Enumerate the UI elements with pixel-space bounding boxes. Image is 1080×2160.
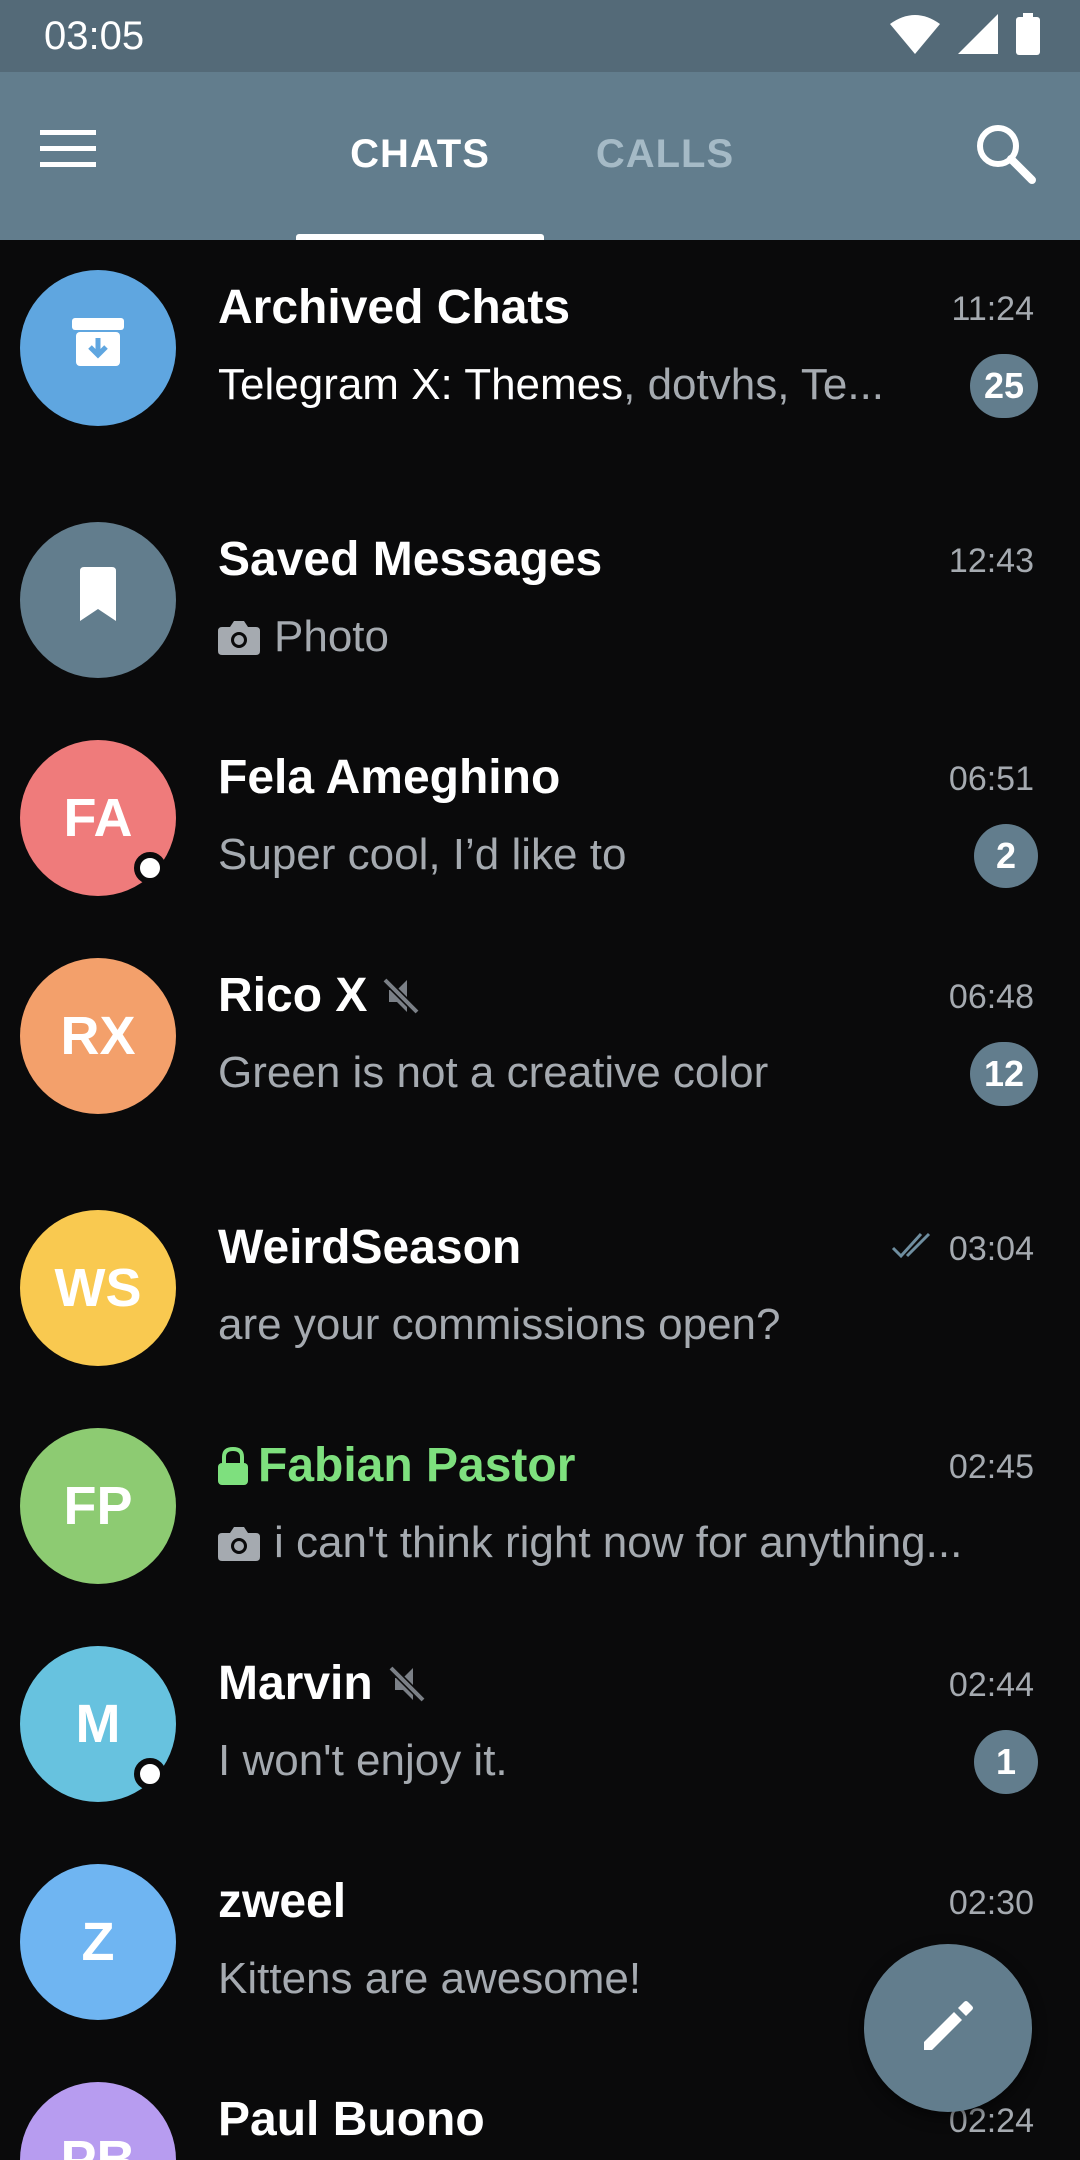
chat-preview: Super cool, I’d like to	[218, 830, 627, 879]
chat-name: Fela Ameghino	[218, 751, 561, 804]
chat-preview: are your commissions open?	[218, 1300, 781, 1349]
chat-preview-text: i can't think right now for anything...	[274, 1518, 963, 1567]
avatar: Z	[20, 1864, 176, 2020]
avatar: FP	[20, 1428, 176, 1584]
chat-preview-highlight: Telegram X: Themes	[218, 360, 624, 409]
chat-time: 02:44	[948, 1666, 1034, 1704]
chat-row-fabian-pastor[interactable]: FP Fabian Pastor 02:45 i can't think rig…	[0, 1398, 1080, 1608]
tab-chats[interactable]: CHATS	[296, 132, 544, 177]
chat-preview: i can't think right now for anything...	[218, 1518, 962, 1568]
chat-preview: Photo	[218, 612, 389, 662]
unread-badge: 2	[974, 824, 1038, 888]
signal-icon	[958, 13, 998, 59]
muted-icon	[381, 976, 421, 1016]
chat-name: Saved Messages	[218, 533, 603, 586]
chat-name-text: Fabian Pastor	[258, 1439, 576, 1492]
bookmark-icon	[76, 566, 120, 634]
chat-row-archived[interactable]: Archived Chats 11:24 Telegram X: Themes …	[0, 240, 1080, 450]
battery-icon	[1016, 12, 1040, 60]
chat-preview: Kittens are awesome!	[218, 1954, 642, 2003]
chat-name: Marvin	[218, 1656, 427, 1711]
hamburger-menu-icon	[40, 130, 100, 178]
pencil-icon	[918, 1996, 978, 2061]
chat-name-text: Marvin	[218, 1657, 373, 1710]
chat-name: Fabian Pastor	[218, 1438, 575, 1493]
camera-icon	[218, 619, 260, 655]
chat-time: 11:24	[951, 290, 1034, 328]
status-bar: 03:05	[0, 0, 1080, 72]
archive-icon	[70, 314, 126, 383]
chat-time: 02:30	[948, 1884, 1034, 1922]
chat-preview: Telegram X: Themes , dotvhs, Te...	[218, 360, 884, 410]
chat-time: 06:51	[948, 760, 1034, 798]
camera-icon	[218, 1525, 260, 1561]
avatar: WS	[20, 1210, 176, 1366]
online-indicator	[134, 1758, 166, 1790]
menu-button[interactable]	[40, 126, 130, 186]
chat-preview-text: Photo	[274, 612, 389, 661]
chat-name-text: Rico X	[218, 969, 368, 1022]
chat-name: Archived Chats	[218, 281, 571, 334]
lock-icon	[218, 1446, 248, 1485]
compose-button[interactable]	[864, 1944, 1032, 2112]
search-button[interactable]	[970, 118, 1050, 198]
chat-time-text: 03:04	[948, 1230, 1034, 1268]
chat-time: 03:04	[891, 1230, 1034, 1269]
chat-row-weirdseason[interactable]: WS WeirdSeason 03:04 are your commission…	[0, 1180, 1080, 1390]
chat-preview: I won't enjoy it.	[218, 1736, 508, 1785]
chat-row-fela-ameghino[interactable]: FA Fela Ameghino 06:51 Super cool, I’d l…	[0, 710, 1080, 920]
unread-badge: 1	[974, 1730, 1038, 1794]
double-check-icon	[891, 1230, 939, 1269]
avatar: PB	[20, 2082, 176, 2160]
chat-row-saved-messages[interactable]: Saved Messages 12:43 Photo	[0, 492, 1080, 702]
muted-icon	[387, 1664, 427, 1704]
chat-name: Paul Buono	[218, 2093, 485, 2146]
avatar	[20, 270, 176, 426]
unread-badge: 25	[969, 354, 1038, 418]
unread-badge: 12	[969, 1042, 1038, 1106]
status-icons	[890, 12, 1040, 60]
chat-time: 06:48	[948, 978, 1034, 1016]
avatar	[20, 522, 176, 678]
wifi-icon	[890, 14, 940, 59]
online-indicator	[134, 852, 166, 884]
app-bar: CHATS CALLS	[0, 72, 1080, 240]
chat-preview-text: , dotvhs, Te...	[623, 360, 885, 409]
chat-name: zweel	[218, 1875, 347, 1928]
chat-row-rico-x[interactable]: RX Rico X 06:48 Green is not a creative …	[0, 928, 1080, 1138]
tab-calls[interactable]: CALLS	[560, 132, 770, 177]
chat-preview: Green is not a creative color	[218, 1048, 769, 1097]
chat-name: Rico X	[218, 968, 421, 1023]
chat-row-marvin[interactable]: M Marvin 02:44 I won't enjoy it. 1	[0, 1616, 1080, 1826]
chat-time: 12:43	[948, 542, 1034, 580]
search-icon	[970, 125, 1040, 192]
avatar: RX	[20, 958, 176, 1114]
chat-time: 02:45	[948, 1448, 1034, 1486]
status-time: 03:05	[44, 14, 145, 58]
chat-name: WeirdSeason	[218, 1221, 522, 1274]
